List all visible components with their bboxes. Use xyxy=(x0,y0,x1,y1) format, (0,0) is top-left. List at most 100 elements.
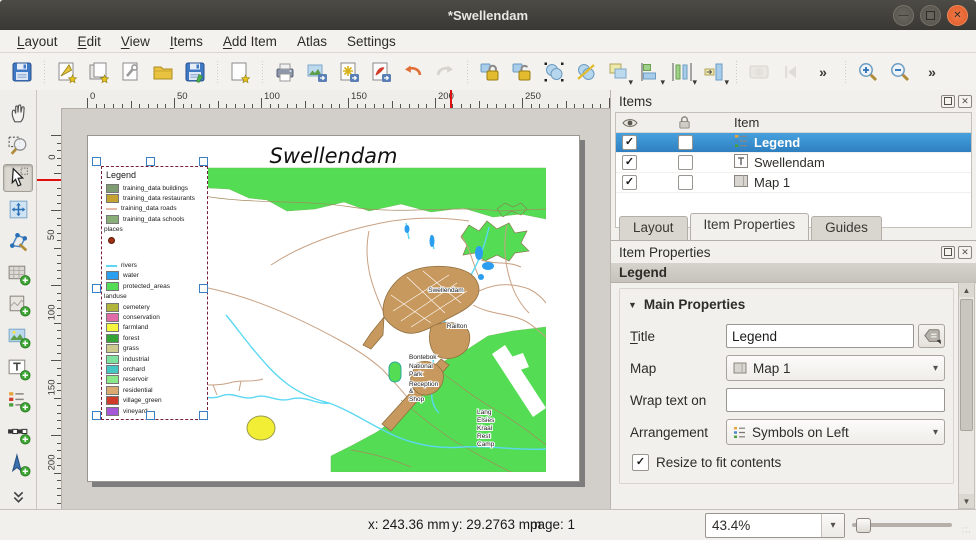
legend-entry-label: training_data schools xyxy=(123,216,184,223)
more-tools-button[interactable] xyxy=(3,482,33,510)
tab-layout[interactable]: Layout xyxy=(619,216,688,240)
selection-handle[interactable] xyxy=(92,157,101,166)
zoom-tool-button[interactable] xyxy=(3,132,33,160)
export-image-button[interactable] xyxy=(302,57,332,87)
ruler-tick xyxy=(392,101,393,108)
scroll-down-arrow[interactable]: ▼ xyxy=(959,494,974,508)
visibility-checkbox[interactable]: ✓ xyxy=(622,175,637,190)
add-picture-button[interactable] xyxy=(3,323,33,351)
layout-canvas[interactable]: 050100150200250300 050100150200 Swellend… xyxy=(37,90,610,510)
legend-swatch xyxy=(106,344,119,353)
select-tool-button[interactable] xyxy=(3,164,33,192)
legend-item[interactable]: Legend training_data buildingstraining_d… xyxy=(101,166,208,420)
minimize-button[interactable]: — xyxy=(893,5,914,26)
resize-items-button[interactable]: ▾ xyxy=(699,57,729,87)
selection-handle[interactable] xyxy=(199,411,208,420)
layout-manager-button[interactable] xyxy=(116,57,146,87)
maximize-button[interactable] xyxy=(920,5,941,26)
edit-nodes-tool-button[interactable] xyxy=(3,227,33,255)
dropdown-arrow-icon: ▾ xyxy=(933,427,938,438)
overflow-right-button[interactable]: » xyxy=(917,57,947,87)
resize-checkbox[interactable]: ✓ xyxy=(632,454,649,471)
items-table-row[interactable]: ✓Map 1 xyxy=(616,173,971,193)
wrap-text-input[interactable] xyxy=(726,388,945,412)
menu-items[interactable]: Items xyxy=(161,32,212,51)
selection-handle[interactable] xyxy=(146,157,155,166)
tab-item-properties[interactable]: Item Properties xyxy=(690,213,810,240)
collapse-triangle-icon[interactable]: ▼ xyxy=(628,300,637,310)
lock-checkbox[interactable] xyxy=(678,175,693,190)
zoom-in-button[interactable] xyxy=(853,57,883,87)
arrangement-select[interactable]: Symbols on Left ▾ xyxy=(726,419,945,445)
add-pages-button[interactable] xyxy=(225,57,255,87)
resize-grip[interactable]: ∙∙∙∙∙ xyxy=(962,526,974,538)
scroll-up-arrow[interactable]: ▲ xyxy=(959,283,974,297)
open-template-button[interactable] xyxy=(148,57,178,87)
props-close-button[interactable]: ✕ xyxy=(958,246,972,259)
raise-items-button[interactable]: ▾ xyxy=(603,57,633,87)
ungroup-items-button[interactable] xyxy=(571,57,601,87)
zoom-out-button[interactable] xyxy=(885,57,915,87)
selection-handle[interactable] xyxy=(146,411,155,420)
items-close-button[interactable]: ✕ xyxy=(958,95,972,108)
save-template-button[interactable] xyxy=(180,57,210,87)
zoom-level-combo[interactable]: 43.4% ▾ xyxy=(705,513,845,538)
add-label-button[interactable] xyxy=(3,355,33,383)
menu-view[interactable]: View xyxy=(112,32,159,51)
title-input[interactable] xyxy=(726,324,914,348)
print-button[interactable] xyxy=(270,57,300,87)
items-undock-button[interactable] xyxy=(941,95,955,108)
items-table-row[interactable]: ✓Legend xyxy=(616,133,971,153)
props-undock-button[interactable] xyxy=(941,246,955,259)
menu-edit[interactable]: Edit xyxy=(69,32,110,51)
legend-entry: residential xyxy=(102,385,207,395)
distribute-items-button[interactable]: ▾ xyxy=(667,57,697,87)
ruler-tick xyxy=(51,435,61,436)
add-scalebar-button[interactable] xyxy=(3,418,33,446)
export-svg-button[interactable] xyxy=(334,57,364,87)
unlock-items-button[interactable] xyxy=(507,57,537,87)
export-pdf-button[interactable] xyxy=(366,57,396,87)
menu-add-item[interactable]: Add Item xyxy=(214,32,286,51)
properties-scrollbar[interactable]: ▲ ▼ xyxy=(958,282,975,509)
items-table-row[interactable]: ✓Swellendam xyxy=(616,153,971,173)
add-north-arrow-button[interactable] xyxy=(3,450,33,478)
pan-tool-button[interactable] xyxy=(3,100,33,128)
scrollbar-thumb[interactable] xyxy=(960,299,973,431)
save-button[interactable] xyxy=(7,57,37,87)
selection-handle[interactable] xyxy=(92,411,101,420)
map-label-park: Bontebok xyxy=(409,354,437,361)
zoom-combo-arrow[interactable]: ▾ xyxy=(821,514,844,537)
undo-button[interactable] xyxy=(398,57,428,87)
zoom-slider-handle[interactable] xyxy=(856,518,871,533)
legend-entry: training_data restaurants xyxy=(102,193,207,203)
new-layout-button[interactable] xyxy=(52,57,82,87)
canvas-drawing-area[interactable]: Swellendam xyxy=(61,108,610,510)
data-defined-override-button[interactable] xyxy=(918,324,945,348)
move-content-tool-button[interactable] xyxy=(3,196,33,224)
lock-checkbox[interactable] xyxy=(678,135,693,150)
overflow-button[interactable]: » xyxy=(808,57,838,87)
selection-handle[interactable] xyxy=(199,157,208,166)
selection-handle[interactable] xyxy=(199,284,208,293)
zoom-slider[interactable] xyxy=(852,523,952,527)
close-button[interactable]: ✕ xyxy=(947,5,968,26)
menu-atlas[interactable]: Atlas xyxy=(288,32,336,51)
selection-handle[interactable] xyxy=(92,284,101,293)
map-select[interactable]: Map 1 ▾ xyxy=(726,355,945,381)
visibility-checkbox[interactable]: ✓ xyxy=(622,155,637,170)
ruler-tick xyxy=(54,173,61,174)
add-map-button[interactable] xyxy=(3,259,33,287)
add-3d-map-button[interactable] xyxy=(3,291,33,319)
lock-items-button[interactable] xyxy=(475,57,505,87)
visibility-checkbox[interactable]: ✓ xyxy=(622,135,637,150)
menu-layout[interactable]: Layout xyxy=(8,32,67,51)
lock-checkbox[interactable] xyxy=(678,155,693,170)
duplicate-layout-button[interactable] xyxy=(84,57,114,87)
menu-settings[interactable]: Settings xyxy=(338,32,405,51)
group-items-button[interactable] xyxy=(539,57,569,87)
toolbar-separator xyxy=(841,59,850,85)
add-legend-button[interactable] xyxy=(3,387,33,415)
tab-guides[interactable]: Guides xyxy=(811,216,882,240)
align-items-button[interactable]: ▾ xyxy=(635,57,665,87)
